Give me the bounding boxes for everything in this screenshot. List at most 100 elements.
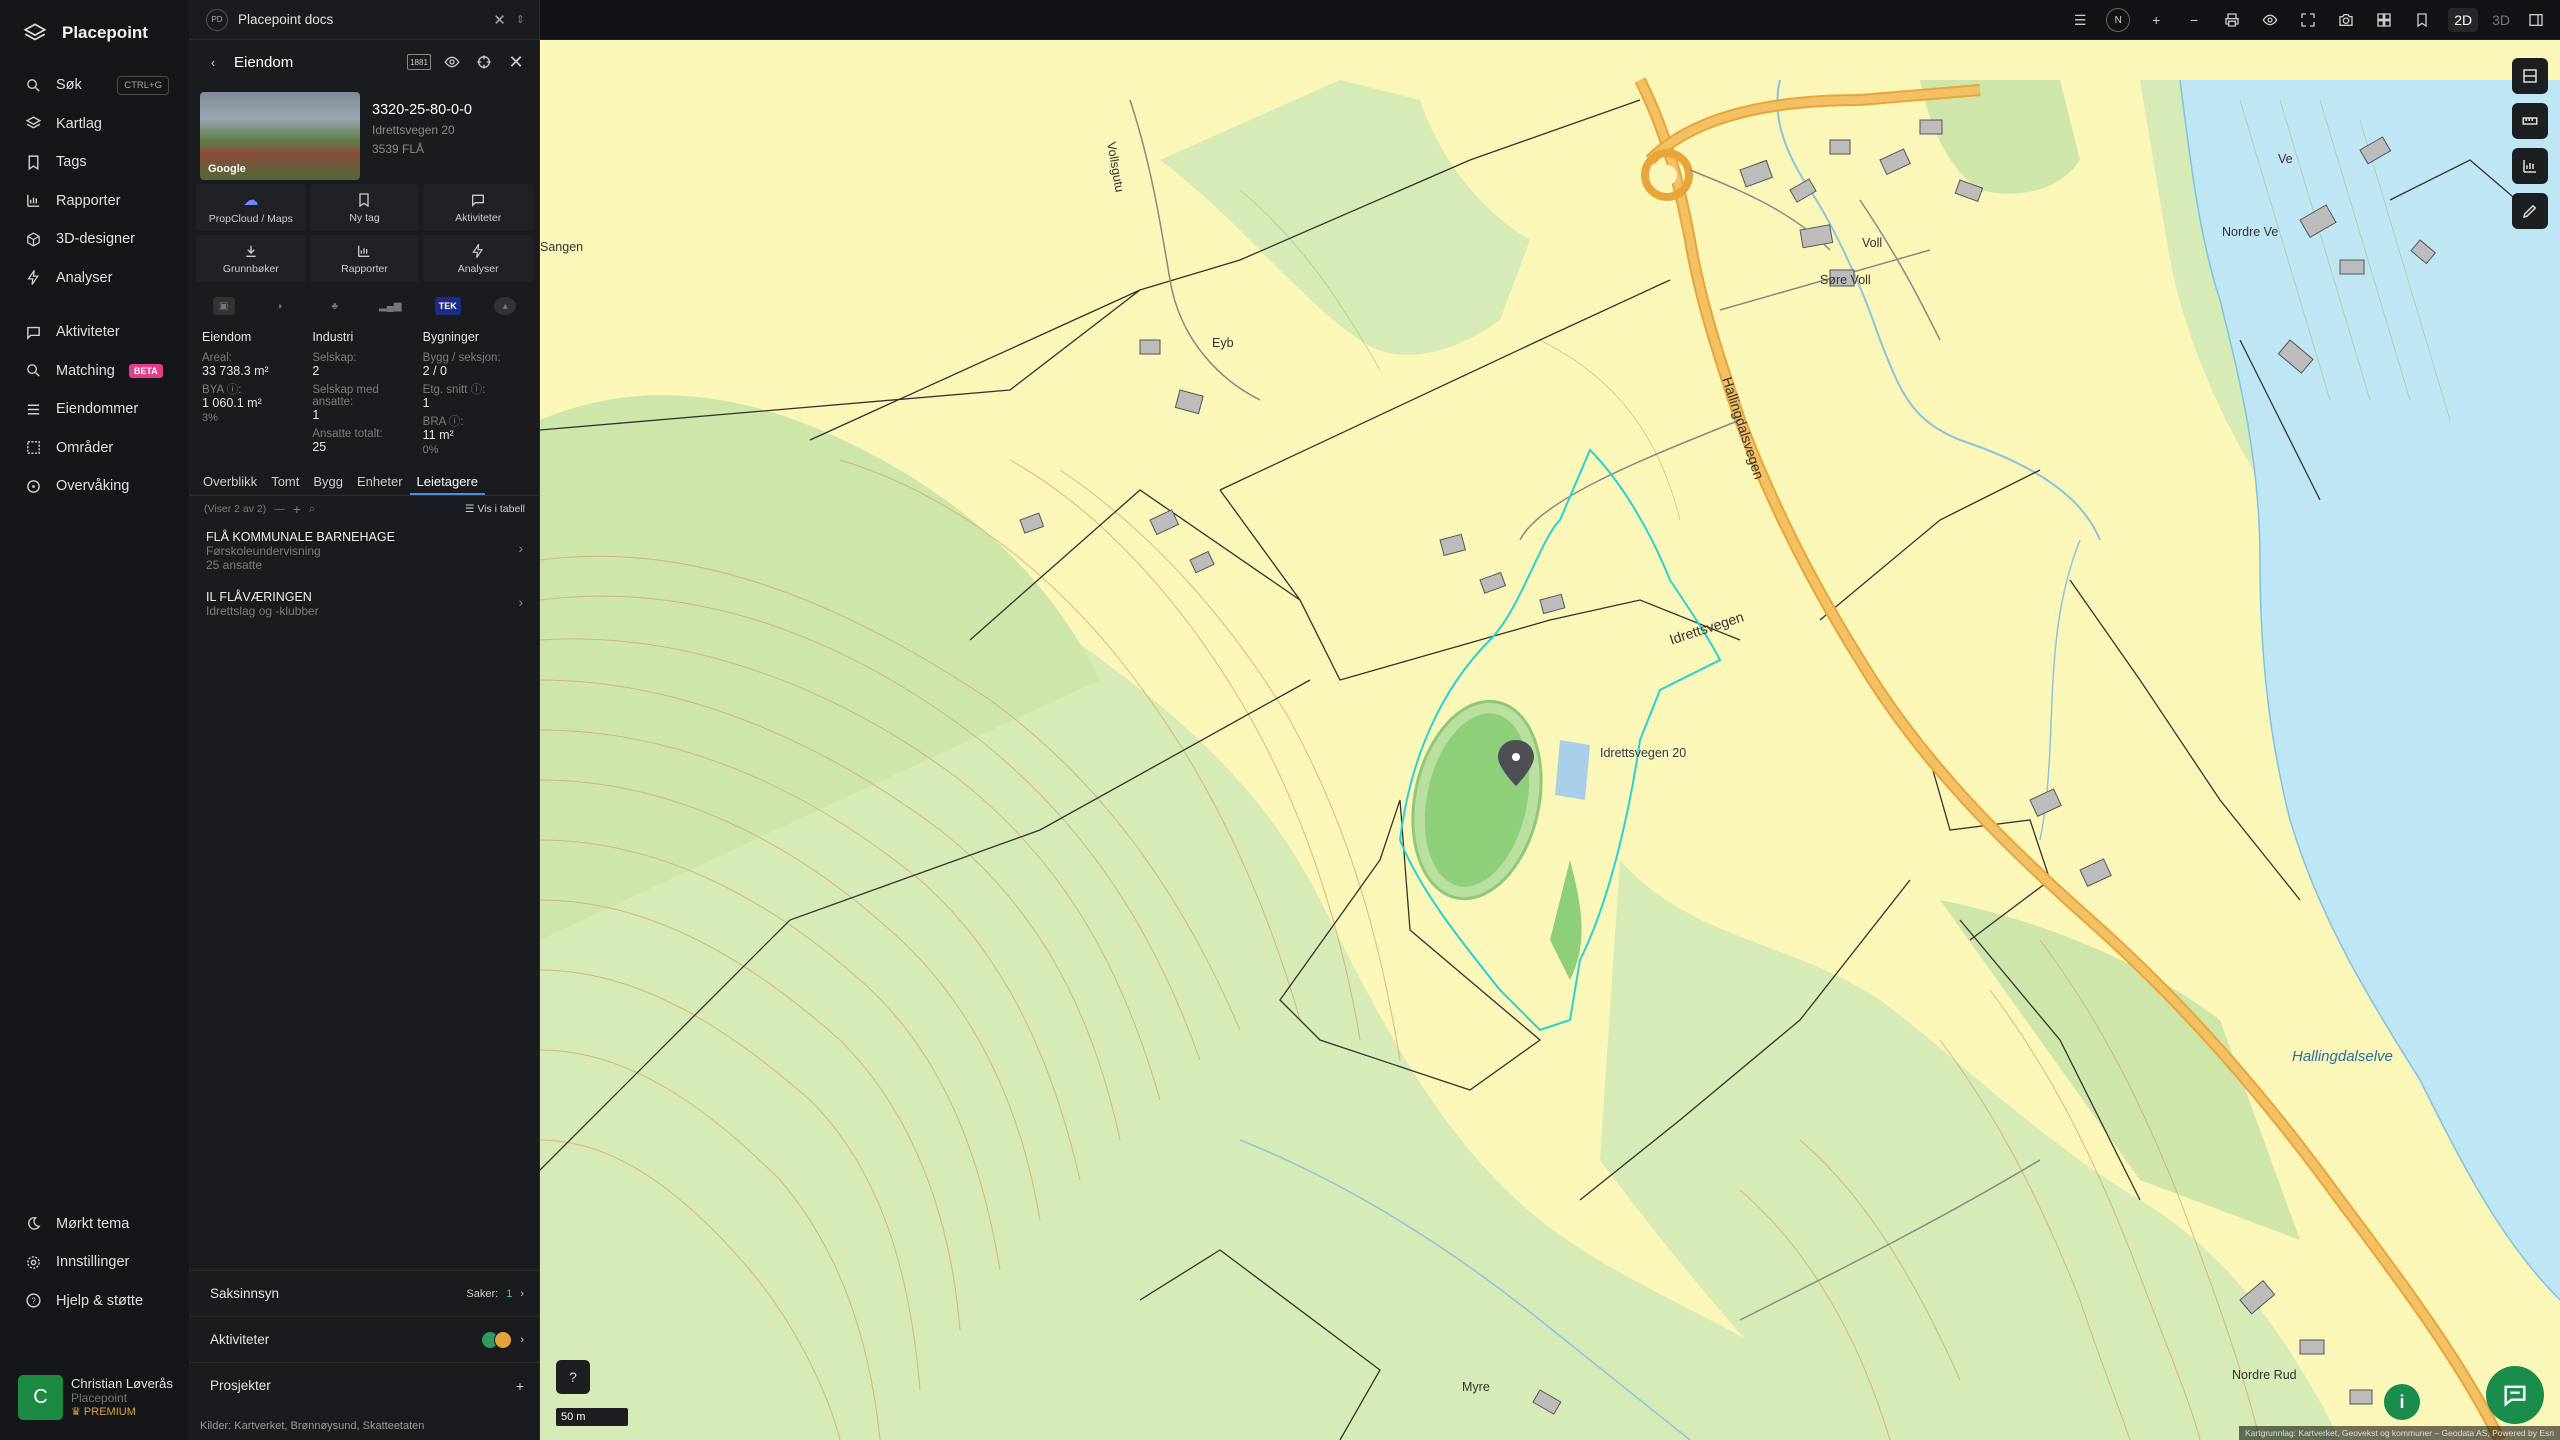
grid-icon[interactable] [2372,8,2396,32]
eye-icon[interactable] [441,51,463,73]
map-measure-tool[interactable] [2512,103,2548,139]
tab-tomt[interactable]: Tomt [264,468,306,495]
nav-label: Rapporter [56,192,121,209]
nav-label: Eiendommer [56,401,139,418]
saksinnsyn-row[interactable]: Saksinnsyn Saker: 1 › [190,1270,540,1316]
map-stats-tool[interactable] [2512,148,2548,184]
section-label: Prosjekter [210,1378,271,1393]
nav-item-rapporter[interactable]: Rapporter [0,182,189,221]
mode-2d-button[interactable]: 2D [2448,8,2479,32]
nav-item-aktiviteter[interactable]: Aktiviteter [0,313,189,352]
nav-item-omrader[interactable]: Områder [0,429,189,468]
activity-avatars [481,1330,513,1349]
minus-icon[interactable]: — [274,503,285,515]
table-view-button[interactable]: ☰ Vis i tabell [465,503,525,515]
property-summary[interactable]: Google 3320-25-80-0-0 Idrettsvegen 20 35… [190,84,539,180]
nav-item-matching[interactable]: Matching BETA [0,352,189,391]
tab-bygg[interactable]: Bygg [306,468,350,495]
section-label: Aktiviteter [210,1332,270,1347]
land-registry-button[interactable]: Grunnbøker [196,235,306,282]
nav-item-settings[interactable]: Innstillinger [0,1243,190,1282]
brand[interactable]: Placepoint [0,0,189,66]
map-help-button[interactable]: ? [556,1360,590,1394]
tek-badge[interactable]: TEK [434,297,461,315]
map-canvas[interactable]: Voll Søre Voll Vollsgutu Eyb Sangen Ve N… [540,40,2560,1440]
fullscreen-icon[interactable] [2296,8,2320,32]
eye-icon[interactable] [2258,8,2282,32]
source-icon-2[interactable]: ◑ [268,297,290,315]
activities-button[interactable]: Aktiviteter [423,184,533,231]
zoom-in-button[interactable]: + [2144,8,2168,32]
street-view-thumbnail[interactable]: Google [200,92,360,180]
map-select-tool[interactable] [2512,58,2548,94]
bookmark-icon[interactable] [2410,8,2434,32]
nav-item-help[interactable]: ? Hjelp & støtte [0,1282,190,1321]
panel-title: Eiendom [234,53,294,71]
reports-button[interactable]: Rapporter [309,235,420,282]
aktiviteter-row[interactable]: Aktiviteter › [190,1316,540,1362]
nav-item-kartlag[interactable]: Kartlag [0,105,189,144]
stat-value: 2 / 0 [422,364,447,378]
add-project-button[interactable]: + [516,1378,524,1394]
nav-label: Overvåking [56,478,130,495]
map-draw-tool[interactable] [2512,193,2548,229]
analyses-button[interactable]: Analyser [423,235,533,282]
tenant-name: IL FLÅVÆRINGEN [206,590,312,604]
mode-3d-button[interactable]: 3D [2492,12,2510,28]
nav-item-tags[interactable]: Tags [0,143,189,182]
crown-icon: ♛ [71,1405,84,1418]
nav-item-dark-theme[interactable]: Mørkt tema [0,1205,190,1244]
nav-item-3d-designer[interactable]: 3D-designer [0,220,189,259]
info-button[interactable]: i [2384,1384,2420,1420]
moon-icon [24,1215,42,1233]
print-icon[interactable] [2220,8,2244,32]
stat-label: Areal: [202,352,233,364]
chat-button[interactable] [2486,1366,2544,1424]
stat-value: 11 m² [422,428,454,442]
cloud-icon: ☁ [243,191,259,209]
list-item[interactable]: FLÅ KOMMUNALE BARNEHAGE Førskoleundervis… [190,522,539,582]
plus-icon[interactable]: + [293,501,301,517]
source-icon-1[interactable]: ▣ [212,297,235,315]
north-button[interactable]: N [2106,8,2131,32]
property-postal: 3539 FLÅ [372,142,425,156]
layers-stack-icon[interactable]: ☰ [2068,8,2092,32]
map-pin-label[interactable]: Idrettsvegen 20 [1600,746,1686,760]
plan-badge: ♛ PREMIUM [71,1405,173,1419]
nav-item-overvaking[interactable]: Overvåking [0,467,189,506]
user-profile[interactable]: C Christian Løverås Placepoint ♛ PREMIUM [18,1370,178,1424]
nav-label: Tags [56,154,87,171]
source-icon-3[interactable]: ♣ [324,297,346,315]
docs-title[interactable]: Placepoint docs [238,12,483,27]
lightning-icon [24,269,42,287]
close-icon[interactable]: ✕ [493,11,506,29]
map-label-myre: Myre [1462,1380,1490,1394]
expand-icon[interactable]: ⇕ [516,13,525,26]
new-tag-button[interactable]: Ny tag [309,184,420,231]
camera-icon[interactable] [2334,8,2358,32]
map-label-sore-voll: Søre Voll [1820,273,1871,287]
code-badge[interactable]: 1881 [407,54,431,70]
nav-item-analyser[interactable]: Analyser [0,259,189,298]
action-label: PropCloud / Maps [208,212,293,225]
nav-item-sok[interactable]: Søk CTRL+G [0,66,189,105]
list-item[interactable]: IL FLÅVÆRINGEN Idrettslag og -klubber › [190,582,539,628]
stats-heading: Bygninger [422,330,479,344]
app-root: Placepoint Søk CTRL+G Kartlag Tags Rappo… [0,0,2560,1440]
close-icon[interactable]: ✕ [505,51,527,73]
stat-label: Ansatte totalt: [312,428,383,440]
source-icon-6[interactable]: ▴ [494,297,517,315]
prosjekter-row[interactable]: Prosjekter + [190,1362,540,1408]
tab-leietagere[interactable]: Leietagere [409,468,485,495]
tab-enheter[interactable]: Enheter [350,468,410,495]
tab-overblikk[interactable]: Overblikk [196,468,264,495]
propcloud-button[interactable]: ☁ PropCloud / Maps [196,184,306,231]
zoom-out-button[interactable]: − [2182,8,2206,32]
sidebar-toggle-icon[interactable] [2524,8,2548,32]
target-icon[interactable] [473,51,495,73]
back-icon[interactable]: ‹ [202,51,224,73]
search-icon[interactable]: ⌕ [309,503,315,516]
source-icon-4[interactable]: ▂▄▆ [379,297,401,315]
nav-item-eiendommer[interactable]: Eiendommer [0,390,189,429]
stat-value: 1 [422,396,430,410]
